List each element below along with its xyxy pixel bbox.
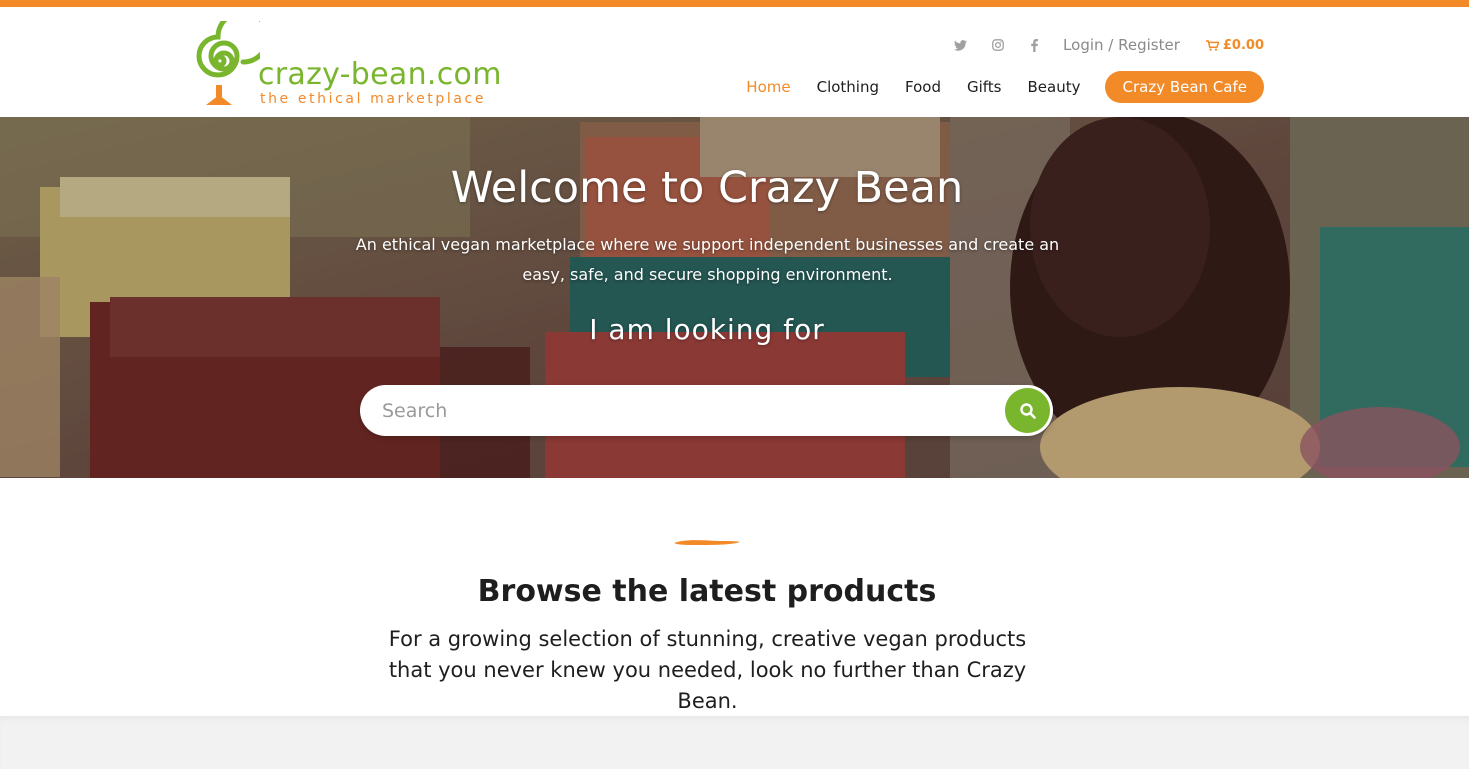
browse-section: Browse the latest products For a growing… bbox=[0, 478, 1469, 716]
search-icon bbox=[1019, 402, 1036, 419]
cart-total: £0.00 bbox=[1222, 37, 1264, 53]
twitter-icon[interactable] bbox=[942, 36, 979, 54]
lower-page-section bbox=[0, 716, 1469, 769]
cart-icon bbox=[1205, 39, 1219, 51]
nav-item-gifts[interactable]: Gifts bbox=[967, 78, 1002, 96]
nav-item-clothing[interactable]: Clothing bbox=[817, 78, 879, 96]
login-register-link[interactable]: Login / Register bbox=[1063, 36, 1180, 54]
site-logo[interactable]: crazy-bean.com the ethical marketplace bbox=[180, 21, 510, 111]
search-input[interactable] bbox=[382, 385, 982, 436]
utility-bar: Login / Register £0.00 bbox=[942, 34, 1264, 56]
crazy-bean-cafe-button[interactable]: Crazy Bean Cafe bbox=[1105, 71, 1264, 103]
nav-item-beauty[interactable]: Beauty bbox=[1028, 78, 1081, 96]
nav-item-food[interactable]: Food bbox=[905, 78, 941, 96]
logo-tagline: the ethical marketplace bbox=[260, 91, 487, 107]
main-nav: Home Clothing Food Gifts Beauty Crazy Be… bbox=[720, 71, 1264, 103]
browse-title: Browse the latest products bbox=[477, 574, 937, 609]
search-bar bbox=[360, 385, 1053, 436]
site-header: crazy-bean.com the ethical marketplace L… bbox=[0, 7, 1469, 117]
spiral-logo-icon bbox=[196, 21, 260, 105]
cart-link[interactable]: £0.00 bbox=[1205, 37, 1264, 53]
nav-item-home[interactable]: Home bbox=[746, 78, 790, 96]
facebook-icon[interactable] bbox=[1016, 36, 1053, 54]
looking-for-heading: I am looking for bbox=[589, 313, 825, 346]
hero-subtitle: An ethical vegan marketplace where we su… bbox=[355, 235, 1060, 284]
hero-title: Welcome to Crazy Bean bbox=[450, 163, 964, 213]
hero-banner: Welcome to Crazy Bean An ethical vegan m… bbox=[0, 117, 1469, 478]
search-button[interactable] bbox=[1005, 388, 1050, 433]
browse-description: For a growing selection of stunning, cre… bbox=[388, 627, 1027, 713]
logo-wordmark: crazy-bean.com bbox=[258, 57, 502, 92]
brush-stroke-divider bbox=[674, 540, 740, 545]
top-accent-bar bbox=[0, 0, 1469, 7]
instagram-icon[interactable] bbox=[979, 36, 1016, 54]
